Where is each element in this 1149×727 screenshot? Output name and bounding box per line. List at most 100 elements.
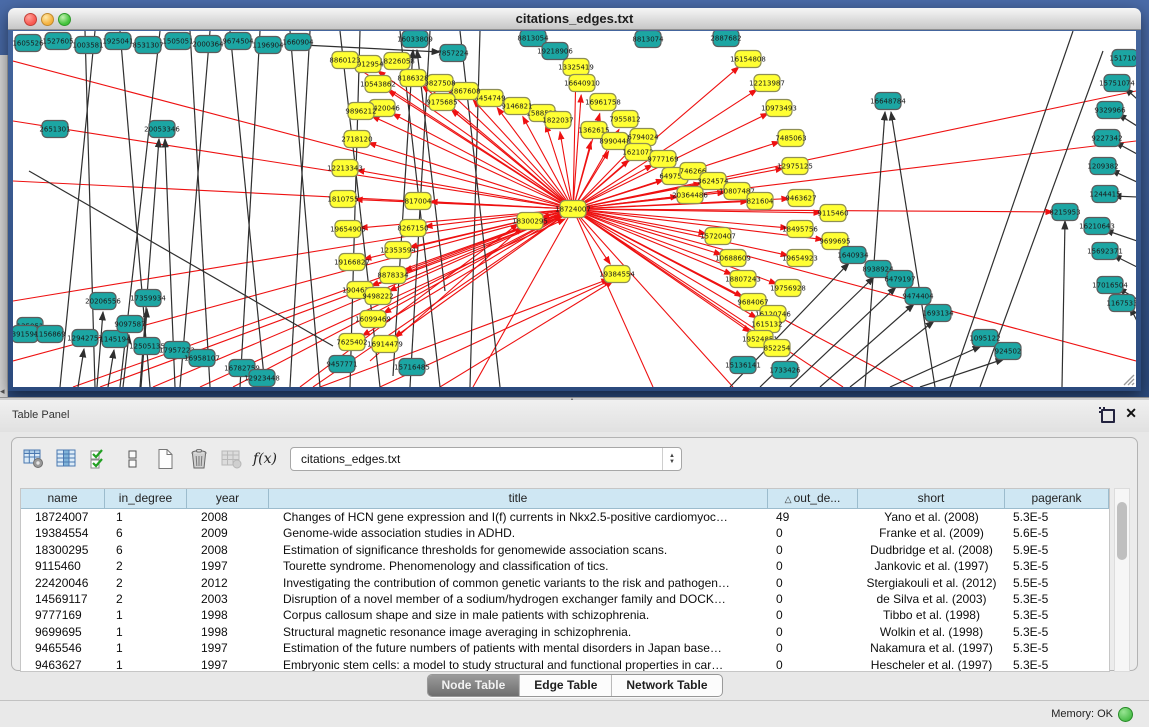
network-node[interactable]: 9115460 xyxy=(817,205,848,222)
table-row[interactable]: 946362711997Embryonic stem cells: a mode… xyxy=(21,657,1109,672)
network-node[interactable]: 17359934 xyxy=(130,290,166,307)
network-node[interactable]: 18724007 xyxy=(555,201,591,218)
network-node[interactable]: 9674504 xyxy=(222,33,254,50)
network-node[interactable]: 16099469 xyxy=(355,311,391,328)
network-node[interactable]: 2887682 xyxy=(710,31,741,47)
network-node[interactable]: 1003581 xyxy=(72,37,103,54)
network-node[interactable]: 7485063 xyxy=(775,130,806,147)
table-row[interactable]: 1872400712008Changes of HCN gene express… xyxy=(21,509,1109,525)
table-row[interactable]: 1830029562008Estimation of significance … xyxy=(21,542,1109,558)
table-row[interactable]: 2242004622012Investigating the contribut… xyxy=(21,575,1109,591)
network-node[interactable]: 821604 xyxy=(747,193,774,210)
network-node[interactable]: 6479197 xyxy=(884,271,915,288)
network-node[interactable]: 1156869 xyxy=(34,326,65,343)
table-row[interactable]: 1456911722003Disruption of a novel membe… xyxy=(21,591,1109,607)
network-node[interactable]: 9175685 xyxy=(426,94,457,111)
network-node[interactable]: 8878334 xyxy=(377,267,409,284)
network-node[interactable]: 20206556 xyxy=(85,293,121,310)
network-node[interactable]: 9097587 xyxy=(114,316,145,333)
network-node[interactable]: 9474404 xyxy=(902,288,934,305)
network-node[interactable]: 1517104 xyxy=(1109,50,1136,67)
network-node[interactable]: 16961758 xyxy=(585,94,621,111)
column-header-pagerank[interactable]: pagerank xyxy=(1005,489,1109,509)
network-node[interactable]: 18807243 xyxy=(725,271,761,288)
network-node[interactable]: 9329966 xyxy=(1094,102,1126,119)
network-node[interactable]: 16210643 xyxy=(1079,218,1115,235)
network-node[interactable]: 15716485 xyxy=(394,359,430,376)
network-node[interactable]: 19756928 xyxy=(770,280,806,297)
table-row[interactable]: 911546021997Tourette syndrome. Phenomeno… xyxy=(21,558,1109,574)
column-header-out-de-[interactable]: △out_de... xyxy=(768,489,858,509)
network-node[interactable]: 16648784 xyxy=(870,93,906,110)
tab-edge-table[interactable]: Edge Table xyxy=(519,675,611,696)
table-options-button[interactable] xyxy=(20,445,48,473)
network-node[interactable]: 18495756 xyxy=(782,221,818,238)
tab-network-table[interactable]: Network Table xyxy=(611,675,721,696)
network-node[interactable]: 12942757 xyxy=(67,330,103,347)
column-header-in-degree[interactable]: in_degree xyxy=(105,489,187,509)
table-scrollbar[interactable] xyxy=(1114,488,1130,672)
network-node[interactable]: 12923448 xyxy=(244,370,280,387)
network-node[interactable]: 10973493 xyxy=(761,100,797,117)
network-node[interactable]: 817004 xyxy=(405,193,432,210)
network-node[interactable]: 20053346 xyxy=(144,121,180,138)
network-node[interactable]: 7857224 xyxy=(437,45,469,62)
network-node[interactable]: 9457771 xyxy=(326,356,357,373)
network-node[interactable]: 10688609 xyxy=(715,250,751,267)
column-header-short[interactable]: short xyxy=(858,489,1005,509)
network-node[interactable]: 15720407 xyxy=(700,228,736,245)
network-node[interactable]: 19166827 xyxy=(334,254,370,271)
network-node[interactable]: 13325419 xyxy=(558,59,594,76)
network-node[interactable]: 8215953 xyxy=(1049,204,1080,221)
network-window-titlebar[interactable]: citations_edges.txt xyxy=(8,8,1141,30)
network-node[interactable]: 15136141 xyxy=(725,357,761,374)
delete-table-button[interactable] xyxy=(218,445,246,473)
table-row[interactable]: 977716911998Corpus callosum shape and si… xyxy=(21,607,1109,623)
network-node[interactable]: 12213987 xyxy=(749,75,785,92)
network-node[interactable]: 12975125 xyxy=(777,158,813,175)
network-node[interactable]: 12353594 xyxy=(380,242,416,259)
network-node[interactable]: 8813074 xyxy=(632,31,664,48)
network-node[interactable]: 9498222 xyxy=(362,288,393,305)
network-node[interactable]: 9146821 xyxy=(501,98,532,115)
network-node[interactable]: 1822037 xyxy=(542,112,573,129)
table-row[interactable]: 1938455462009Genome-wide association stu… xyxy=(21,525,1109,541)
network-node[interactable]: 8267150 xyxy=(397,220,428,237)
network-node[interactable]: 1167533 xyxy=(1106,295,1136,312)
network-node[interactable]: 1505051 xyxy=(162,33,193,50)
network-node[interactable]: 9896212 xyxy=(345,103,376,120)
resize-grip-icon[interactable] xyxy=(1121,372,1135,386)
row-selector-button[interactable] xyxy=(119,445,147,473)
table-row[interactable]: 969969511998Structural magnetic resonanc… xyxy=(21,624,1109,640)
network-node[interactable]: 9227342 xyxy=(1091,130,1122,147)
show-columns-button[interactable] xyxy=(53,445,81,473)
network-node[interactable]: 9827508 xyxy=(424,75,455,92)
network-node[interactable]: 1693134 xyxy=(922,305,954,322)
network-node[interactable]: 17016504 xyxy=(1092,277,1128,294)
column-header-name[interactable]: name xyxy=(21,489,105,509)
network-node[interactable]: 16033809 xyxy=(397,31,433,48)
network-node[interactable]: 1196904 xyxy=(252,37,284,54)
network-node[interactable]: 20364486 xyxy=(672,187,708,204)
network-node[interactable]: 19384554 xyxy=(599,266,635,283)
network-node[interactable]: 19654905 xyxy=(330,221,366,238)
float-panel-button[interactable] xyxy=(1101,409,1115,423)
network-node[interactable]: 16958107 xyxy=(184,350,220,367)
column-header-title[interactable]: title xyxy=(269,489,768,509)
network-node[interactable]: 12213343 xyxy=(327,160,363,177)
table-select-dropdown[interactable]: citations_edges.txt ▲▼ xyxy=(290,447,682,471)
network-node[interactable]: 1810755 xyxy=(327,191,358,208)
delete-trash-button[interactable] xyxy=(185,445,213,473)
network-node[interactable]: 1733426 xyxy=(769,362,801,379)
column-header-year[interactable]: year xyxy=(187,489,269,509)
network-node[interactable]: 16640910 xyxy=(564,75,600,92)
control-panel-collapsed-strip[interactable]: ◂ xyxy=(0,55,8,397)
network-node[interactable]: 1527605 xyxy=(42,33,73,50)
network-node[interactable]: 18226058 xyxy=(379,53,415,70)
network-node[interactable]: 2718120 xyxy=(341,131,372,148)
column-checklist-button[interactable] xyxy=(86,445,114,473)
network-node[interactable]: 9777169 xyxy=(647,151,678,168)
table-row[interactable]: 946554611997Estimation of the future num… xyxy=(21,640,1109,656)
network-node[interactable]: 19654923 xyxy=(782,250,818,267)
network-canvas[interactable]: 1872400718300295193845541588520914682184… xyxy=(13,31,1136,387)
